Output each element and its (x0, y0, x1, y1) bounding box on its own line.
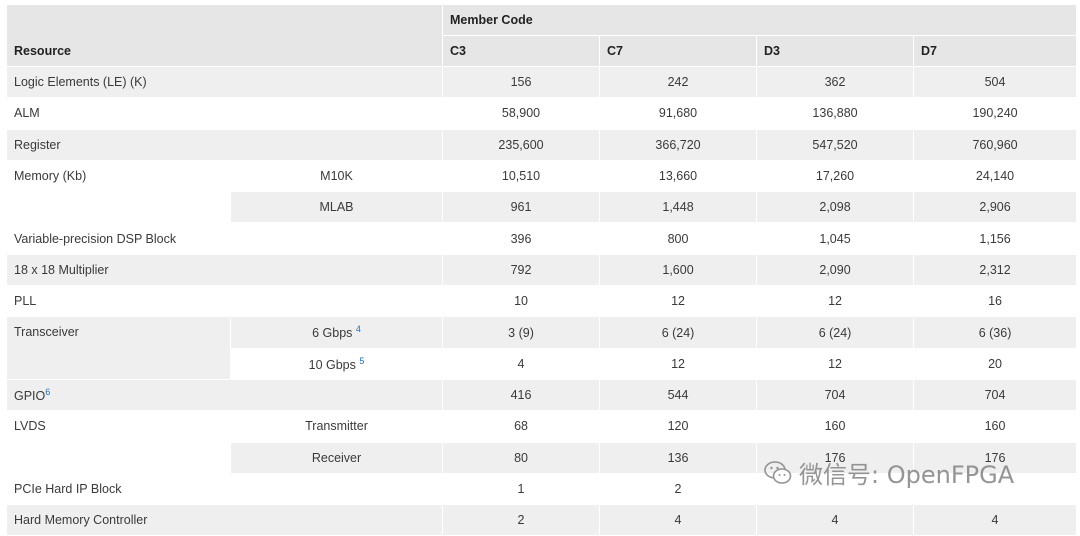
resource-header: Resource (5, 4, 444, 67)
cell: 156 (442, 65, 601, 99)
cell: 1 (442, 472, 601, 506)
cell: 136 (599, 441, 758, 474)
cell: 17,260 (756, 159, 915, 193)
cell: 68 (442, 410, 601, 443)
cell: 4 (599, 504, 758, 536)
cell: 10 (442, 285, 601, 318)
cell: 242 (599, 65, 758, 99)
cell: 6 (24) (756, 316, 915, 349)
watermark: 微信号: OpenFPGA (763, 455, 1014, 490)
wechat-icon (764, 460, 792, 484)
cell: 792 (442, 253, 601, 287)
cell: 800 (599, 222, 758, 255)
col-header-c3: C3 (442, 35, 601, 67)
table-row: Variable-precision DSP Block 396 800 1,0… (5, 222, 1078, 255)
cell: 704 (913, 378, 1078, 412)
cell: 12 (599, 347, 758, 380)
row-label: Memory (Kb) (6, 159, 231, 224)
watermark-text: 微信号: OpenFPGA (799, 461, 1015, 489)
cell: 362 (756, 65, 915, 99)
footnote-link[interactable]: 6 (45, 387, 50, 397)
row-label: 18 x 18 Multiplier (5, 253, 444, 287)
row-label: Hard Memory Controller (5, 504, 444, 536)
cell: 2,906 (913, 191, 1078, 224)
cell: 760,960 (913, 128, 1078, 161)
row-label: PCIe Hard IP Block (5, 472, 444, 506)
col-header-d7: D7 (913, 35, 1078, 67)
cell: 91,680 (599, 97, 758, 130)
cell: 4 (913, 504, 1078, 536)
cell: 235,600 (442, 128, 601, 161)
cell: 1,156 (913, 222, 1078, 255)
cell: 12 (599, 285, 758, 318)
row-label: Logic Elements (LE) (K) (5, 65, 444, 99)
cell: 58,900 (442, 97, 601, 130)
cell: 1,600 (599, 253, 758, 287)
row-label: Variable-precision DSP Block (5, 222, 444, 255)
row-label: Transceiver (6, 316, 231, 380)
cell: 2,090 (756, 253, 915, 287)
cell: 704 (756, 378, 915, 412)
sub-label: Receiver (229, 441, 444, 474)
cell: 1,448 (599, 191, 758, 224)
row-label: LVDS (6, 410, 231, 474)
cell: 12 (756, 347, 915, 380)
cell: 4 (442, 347, 601, 380)
table-row: ALM 58,900 91,680 136,880 190,240 (5, 97, 1078, 130)
cell: 3 (9) (442, 316, 601, 349)
cell: 136,880 (756, 97, 915, 130)
cell: 10,510 (442, 159, 601, 193)
cell: 504 (913, 65, 1078, 99)
table-row: Logic Elements (LE) (K) 156 242 362 504 (5, 65, 1078, 99)
cell: 80 (442, 441, 601, 474)
row-label: GPIO6 (5, 378, 444, 412)
cell: 6 (24) (599, 316, 758, 349)
table-row: Register 235,600 366,720 547,520 760,960 (5, 128, 1078, 161)
table-row: Transceiver 6 Gbps 4 3 (9) 6 (24) 6 (24)… (6, 316, 1078, 380)
header-row-1: Resource Member Code (5, 4, 1078, 67)
cell: 12 (756, 285, 915, 318)
row-label: Register (5, 128, 444, 161)
cell: 366,720 (599, 128, 758, 161)
sub-label: MLAB (229, 191, 444, 224)
col-header-d3: D3 (756, 35, 915, 67)
cell: 961 (442, 191, 601, 224)
sub-label: M10K (229, 159, 444, 193)
row-label: PLL (5, 285, 444, 318)
cell: 160 (913, 410, 1078, 443)
footnote-link[interactable]: 4 (356, 324, 361, 334)
row-label: ALM (5, 97, 444, 130)
cell: 6 (36) (913, 316, 1078, 349)
table-row: Memory (Kb) M10K 10,510 13,660 17,260 24… (6, 159, 1078, 224)
table-row: PLL 10 12 12 16 (5, 285, 1078, 318)
table-row: GPIO6 416 544 704 704 (5, 378, 1078, 412)
cell: 2 (599, 472, 758, 506)
cell: 120 (599, 410, 758, 443)
cell: 547,520 (756, 128, 915, 161)
cell: 2,098 (756, 191, 915, 224)
cell: 396 (442, 222, 601, 255)
cell: 2 (442, 504, 601, 536)
cell: 16 (913, 285, 1078, 318)
footnote-link[interactable]: 5 (359, 356, 364, 366)
sub-label: 6 Gbps 4 (229, 316, 444, 349)
sub-label: Transmitter (229, 410, 444, 443)
sub-label: 10 Gbps 5 (229, 347, 444, 380)
cell: 4 (756, 504, 915, 536)
cell: 160 (756, 410, 915, 443)
cell: 2,312 (913, 253, 1078, 287)
cell: 1,045 (756, 222, 915, 255)
col-header-c7: C7 (599, 35, 758, 67)
table-row: LVDS Transmitter 68 120 160 160 (6, 410, 1078, 474)
cell: 24,140 (913, 159, 1078, 193)
cell: 190,240 (913, 97, 1078, 130)
page: Resource Member Code C3 C7 D3 D7 Logic E… (0, 0, 1080, 536)
cell: 416 (442, 378, 601, 412)
cell: 20 (913, 347, 1078, 380)
table-row: 18 x 18 Multiplier 792 1,600 2,090 2,312 (5, 253, 1078, 287)
cell: 544 (599, 378, 758, 412)
member-code-header: Member Code (442, 4, 1078, 36)
table-row: Hard Memory Controller 2 4 4 4 (5, 504, 1078, 536)
cell: 13,660 (599, 159, 758, 193)
